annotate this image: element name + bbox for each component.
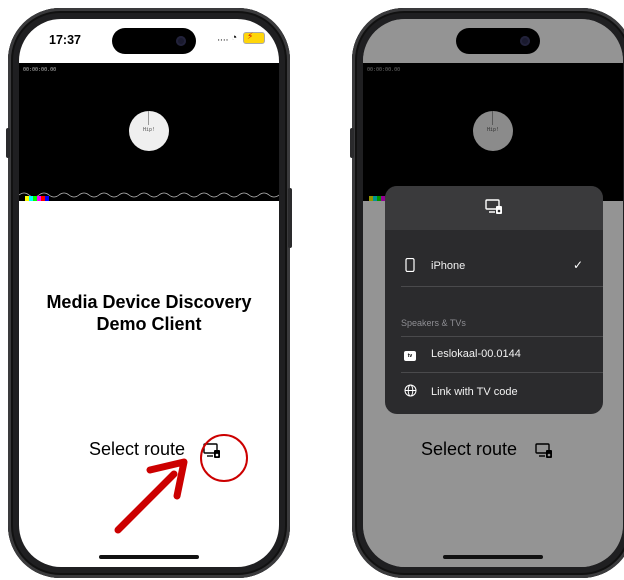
video-disc: Hip!	[129, 111, 169, 151]
device-row-apple-tv[interactable]: tv Leslokaal-00.0144	[401, 344, 587, 366]
dynamic-island	[456, 28, 540, 54]
apple-tv-icon: tv	[403, 346, 417, 362]
app-title-line1: Media Device Discovery	[46, 292, 252, 312]
video-timecode: 00:00:00.00	[23, 67, 57, 73]
disc-label: Hip!	[142, 127, 156, 133]
color-bars	[25, 196, 49, 201]
device-name: Link with TV code	[431, 386, 518, 398]
route-picker-popup: iPhone ✓ Speakers & TVs tv Leslokaal-00.…	[385, 186, 603, 414]
video-player[interactable]: 00:00:00.00 Hip!	[19, 63, 279, 201]
airplay-screen-icon	[485, 199, 502, 214]
volume-button	[350, 128, 354, 158]
device-row-iphone[interactable]: iPhone	[401, 256, 587, 278]
phone-screen-left: 17:37 .... ◔ ⚡ 00:00:00.00 Hip! Media De…	[19, 19, 279, 567]
device-name: iPhone	[431, 260, 466, 272]
phone-frame-left: 17:37 .... ◔ ⚡ 00:00:00.00 Hip! Media De…	[6, 8, 292, 578]
section-title: Speakers & TVs	[401, 318, 466, 328]
status-icons: .... ◔ ⚡	[217, 31, 265, 44]
app-title-line2: Demo Client	[96, 314, 202, 334]
home-indicator	[443, 555, 543, 559]
camera-icon	[520, 36, 530, 46]
power-button	[288, 188, 292, 248]
checkmark-icon: ✓	[572, 258, 583, 272]
status-time: 17:37	[49, 33, 81, 47]
battery-icon: ⚡	[243, 31, 265, 44]
signal-dots: ....	[217, 32, 229, 44]
camera-icon	[176, 36, 186, 46]
iphone-icon	[403, 257, 417, 274]
highlight-circle	[200, 434, 248, 482]
phone-screen-right: 00:00:00.00 Hip! Select route iPhone ✓ S…	[363, 19, 623, 567]
phone-frame-right: 00:00:00.00 Hip! Select route iPhone ✓ S…	[350, 8, 624, 578]
divider	[401, 286, 603, 287]
dynamic-island	[112, 28, 196, 54]
globe-icon	[403, 384, 417, 400]
route-picker-header	[385, 186, 603, 230]
app-title: Media Device Discovery Demo Client	[39, 291, 259, 335]
device-name: Leslokaal-00.0144	[431, 348, 521, 360]
select-route-label: Select route	[89, 439, 186, 459]
wifi-icon: ◔	[231, 32, 238, 44]
device-row-tv-code[interactable]: Link with TV code	[401, 382, 587, 404]
volume-button	[6, 128, 10, 158]
waveform	[19, 192, 279, 198]
divider	[401, 372, 603, 373]
divider	[401, 336, 603, 337]
home-indicator	[99, 555, 199, 559]
